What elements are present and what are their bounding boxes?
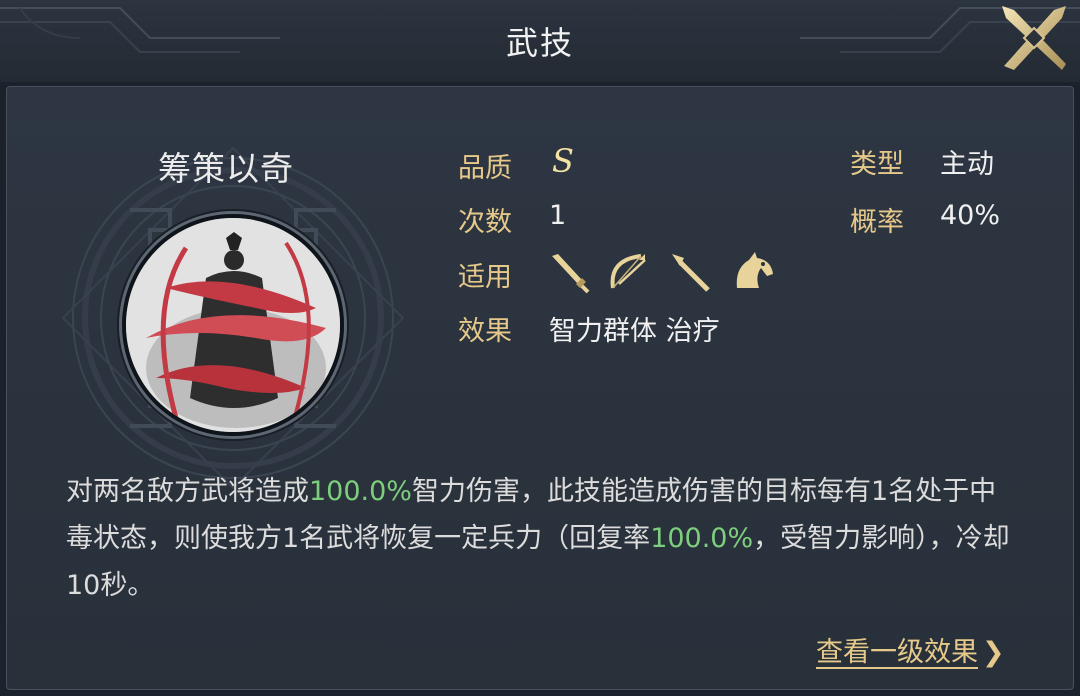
quality-value: S [552, 142, 574, 180]
close-button[interactable] [996, 0, 1072, 76]
count-label: 次数 [458, 207, 512, 238]
strategist-figure-illustration [126, 218, 340, 432]
effect-value: 智力群体 治疗 [549, 316, 720, 347]
bow-icon [610, 254, 646, 289]
applicable-label: 适用 [458, 262, 512, 293]
skill-name: 筹策以奇 [158, 149, 294, 188]
description-text-1: 对两名敌方武将造成 [66, 476, 309, 507]
horse-icon [736, 252, 773, 288]
close-icon [1002, 6, 1066, 70]
quality-label: 品质 [458, 153, 512, 184]
type-label: 类型 [850, 149, 904, 180]
sword-icon [552, 254, 590, 294]
skill-description: 对两名敌方武将造成100.0%智力伤害，此技能造成伤害的目标每有1名处于中毒状态… [66, 468, 1016, 609]
effect-label: 效果 [458, 316, 512, 347]
link-label: 查看一级效果 [816, 637, 978, 668]
type-value: 主动 [940, 149, 994, 180]
heal-rate-percent: 100.0% [650, 523, 754, 554]
count-value: 1 [549, 200, 567, 231]
spear-icon [672, 254, 710, 292]
title-bar: 武技 [0, 0, 1080, 82]
view-level-one-effect-link[interactable]: 查看一级效果 ❯ [816, 630, 1005, 669]
chance-value: 40% [940, 200, 1001, 231]
damage-percent: 100.0% [309, 476, 412, 507]
chevron-right-icon: ❯ [982, 637, 1005, 668]
chance-label: 概率 [850, 207, 904, 238]
skill-portrait [122, 214, 344, 436]
page-title: 武技 [505, 24, 574, 62]
